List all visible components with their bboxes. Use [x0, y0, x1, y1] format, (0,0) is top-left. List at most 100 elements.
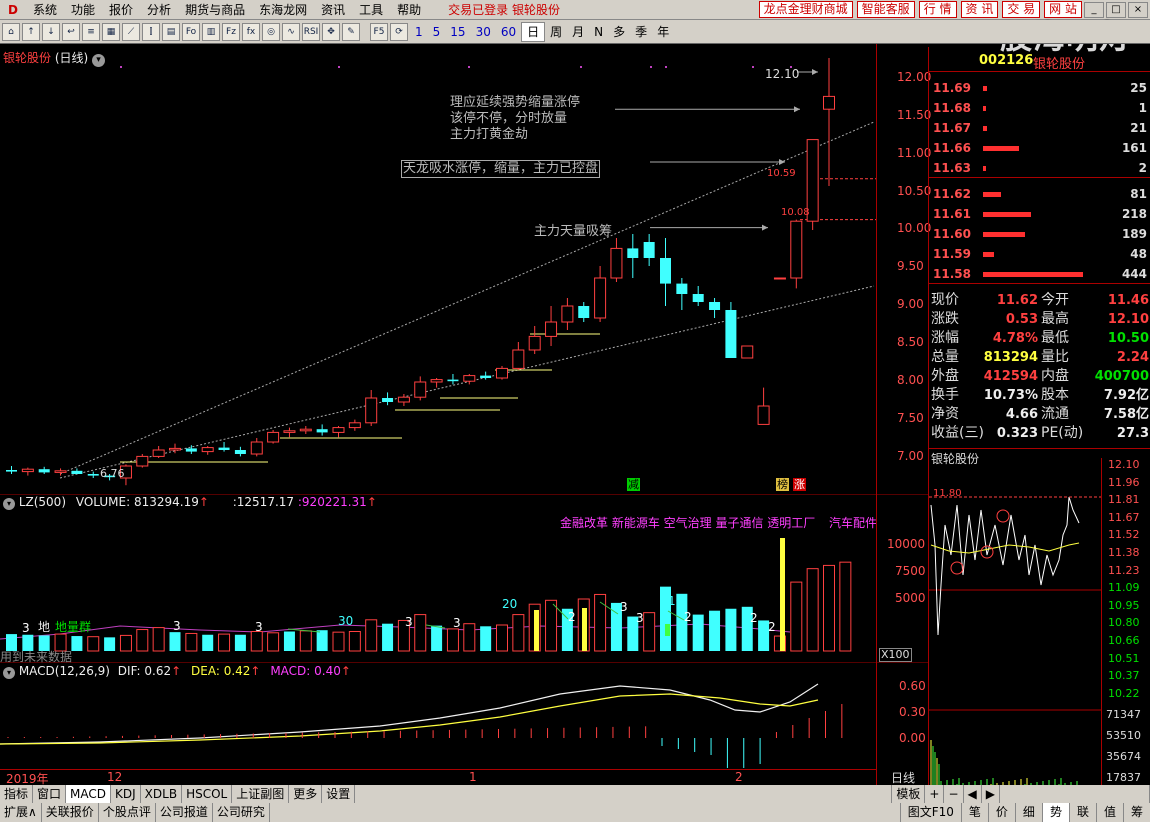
- bid-row[interactable]: 11.59 48: [929, 244, 1150, 264]
- market-button[interactable]: 行 情: [918, 1, 957, 18]
- fx-icon[interactable]: fx: [242, 22, 260, 41]
- list-icon[interactable]: ≡: [82, 22, 100, 41]
- bid-row[interactable]: 11.60 189: [929, 224, 1150, 244]
- tab-related[interactable]: 关联报价: [42, 803, 99, 822]
- next-icon[interactable]: ▶: [982, 785, 1000, 803]
- cycle-day[interactable]: 日: [521, 21, 546, 42]
- menu-donghai[interactable]: 东海龙网: [252, 0, 314, 20]
- prev-icon[interactable]: ◀: [964, 785, 982, 803]
- bid-row[interactable]: 11.61 218: [929, 204, 1150, 224]
- fiz-icon[interactable]: Fz: [222, 22, 240, 41]
- volume-tick: 10000: [887, 537, 926, 551]
- tab-review[interactable]: 个股点评: [99, 803, 156, 822]
- volume-bar: [692, 614, 704, 651]
- rsi-icon[interactable]: RSI: [302, 22, 320, 41]
- tab-hscol[interactable]: HSCOL: [182, 785, 233, 803]
- tab-xdlb[interactable]: XDLB: [141, 785, 183, 803]
- trend-line-lower: [59, 285, 875, 479]
- candle-body: [332, 427, 345, 433]
- service-button[interactable]: 智能客服: [856, 1, 915, 18]
- ask-row[interactable]: 11.68 1: [929, 98, 1150, 118]
- ask-row[interactable]: 11.63 2: [929, 158, 1150, 178]
- period-60[interactable]: 60: [496, 23, 521, 41]
- candle-body: [480, 375, 492, 378]
- cycle-week[interactable]: 周: [545, 23, 567, 41]
- tab-more[interactable]: 更多: [289, 785, 323, 803]
- zoom-in-icon[interactable]: +: [925, 785, 945, 803]
- ask-row[interactable]: 11.67 21: [929, 118, 1150, 138]
- menu-system[interactable]: 系统: [26, 0, 64, 20]
- mall-button[interactable]: 龙点金理财商城: [758, 1, 853, 18]
- period-1[interactable]: 1: [410, 23, 428, 41]
- tab-bi[interactable]: 笔: [960, 803, 988, 822]
- menu-analysis[interactable]: 分析: [140, 0, 178, 20]
- tab-zhi[interactable]: 值: [1095, 803, 1123, 822]
- template-button[interactable]: 模板: [891, 785, 926, 803]
- tab-shanghai[interactable]: 上证副图: [232, 785, 290, 803]
- tab-expand[interactable]: 扩展∧: [0, 803, 42, 822]
- target-icon[interactable]: ◎: [262, 22, 280, 41]
- grid-icon[interactable]: ▦: [102, 22, 120, 41]
- wave-icon[interactable]: ∿: [282, 22, 300, 41]
- news-button[interactable]: 资 讯: [960, 1, 999, 18]
- arrow-down-icon[interactable]: ↓: [42, 22, 60, 41]
- candle-body: [757, 405, 770, 425]
- marker-jian: 减: [627, 478, 640, 491]
- tab-reports[interactable]: 公司报道: [156, 803, 213, 822]
- bid-row[interactable]: 11.58 444: [929, 264, 1150, 284]
- volume-header: ▾ LZ(500) VOLUME: 813294.19↑ :12517.17 :…: [3, 495, 377, 510]
- cycle-multi[interactable]: 多: [608, 23, 630, 41]
- candle-icon[interactable]: ⫿: [142, 22, 160, 41]
- bid-row[interactable]: 11.62 81: [929, 184, 1150, 204]
- menu-news[interactable]: 资讯: [314, 0, 352, 20]
- stat-value: 813294: [983, 350, 1038, 365]
- cycle-month[interactable]: 月: [567, 23, 589, 41]
- table-icon[interactable]: ▤: [162, 22, 180, 41]
- tab-chou[interactable]: 筹: [1122, 803, 1150, 822]
- menu-tools[interactable]: 工具: [352, 0, 390, 20]
- period-30[interactable]: 30: [471, 23, 496, 41]
- tab-f10[interactable]: 图文F10: [899, 803, 961, 822]
- stat-label: 最高: [1041, 311, 1069, 327]
- tab-indicator[interactable]: 指标: [0, 785, 34, 803]
- refresh-icon[interactable]: ⟳: [390, 22, 408, 41]
- fo-icon[interactable]: Fo: [182, 22, 200, 41]
- tab-settings[interactable]: 设置: [322, 785, 356, 803]
- cycle-n[interactable]: N: [589, 23, 608, 41]
- ask-volume: 25: [1130, 81, 1147, 95]
- settings-dot-icon[interactable]: ▾: [3, 498, 15, 510]
- pencil-icon[interactable]: ✎: [342, 22, 360, 41]
- volume-count-label: 2: [750, 611, 758, 625]
- mini-volume-tick: 17837: [1106, 771, 1141, 784]
- menu-help[interactable]: 帮助: [390, 0, 428, 20]
- rank-icon[interactable]: ▥: [202, 22, 220, 41]
- macd-settings-icon[interactable]: ▾: [3, 667, 15, 679]
- scroll-icon[interactable]: [1000, 785, 1150, 803]
- home-icon[interactable]: ⌂: [2, 22, 20, 41]
- stat-label: 量比: [1041, 349, 1069, 365]
- tab-jia[interactable]: 价: [987, 803, 1015, 822]
- period-15[interactable]: 15: [445, 23, 470, 41]
- ask-row[interactable]: 11.66 161: [929, 138, 1150, 158]
- tab-window[interactable]: 窗口: [33, 785, 67, 803]
- tab-research[interactable]: 公司研究: [213, 803, 270, 822]
- line-chart-icon[interactable]: ⟋: [122, 22, 140, 41]
- ask-row[interactable]: 11.69 25: [929, 78, 1150, 98]
- arrow-up-icon[interactable]: ↑: [22, 22, 40, 41]
- menu-quote[interactable]: 报价: [102, 0, 140, 20]
- tab-macd[interactable]: MACD: [66, 785, 112, 803]
- tab-kdj[interactable]: KDJ: [111, 785, 141, 803]
- back-icon[interactable]: ↩: [62, 22, 80, 41]
- cycle-year[interactable]: 年: [652, 23, 674, 41]
- menu-function[interactable]: 功能: [64, 0, 102, 20]
- tab-shi[interactable]: 势: [1041, 803, 1069, 822]
- volume-bar: [594, 593, 607, 652]
- tab-xi[interactable]: 细: [1014, 803, 1042, 822]
- menu-futures[interactable]: 期货与商品: [178, 0, 252, 20]
- zoom-out-icon[interactable]: −: [944, 785, 964, 803]
- tab-lian[interactable]: 联: [1068, 803, 1096, 822]
- move-icon[interactable]: ✥: [322, 22, 340, 41]
- period-5[interactable]: 5: [428, 23, 446, 41]
- f5-icon[interactable]: F5: [370, 22, 388, 41]
- cycle-quarter[interactable]: 季: [630, 23, 652, 41]
